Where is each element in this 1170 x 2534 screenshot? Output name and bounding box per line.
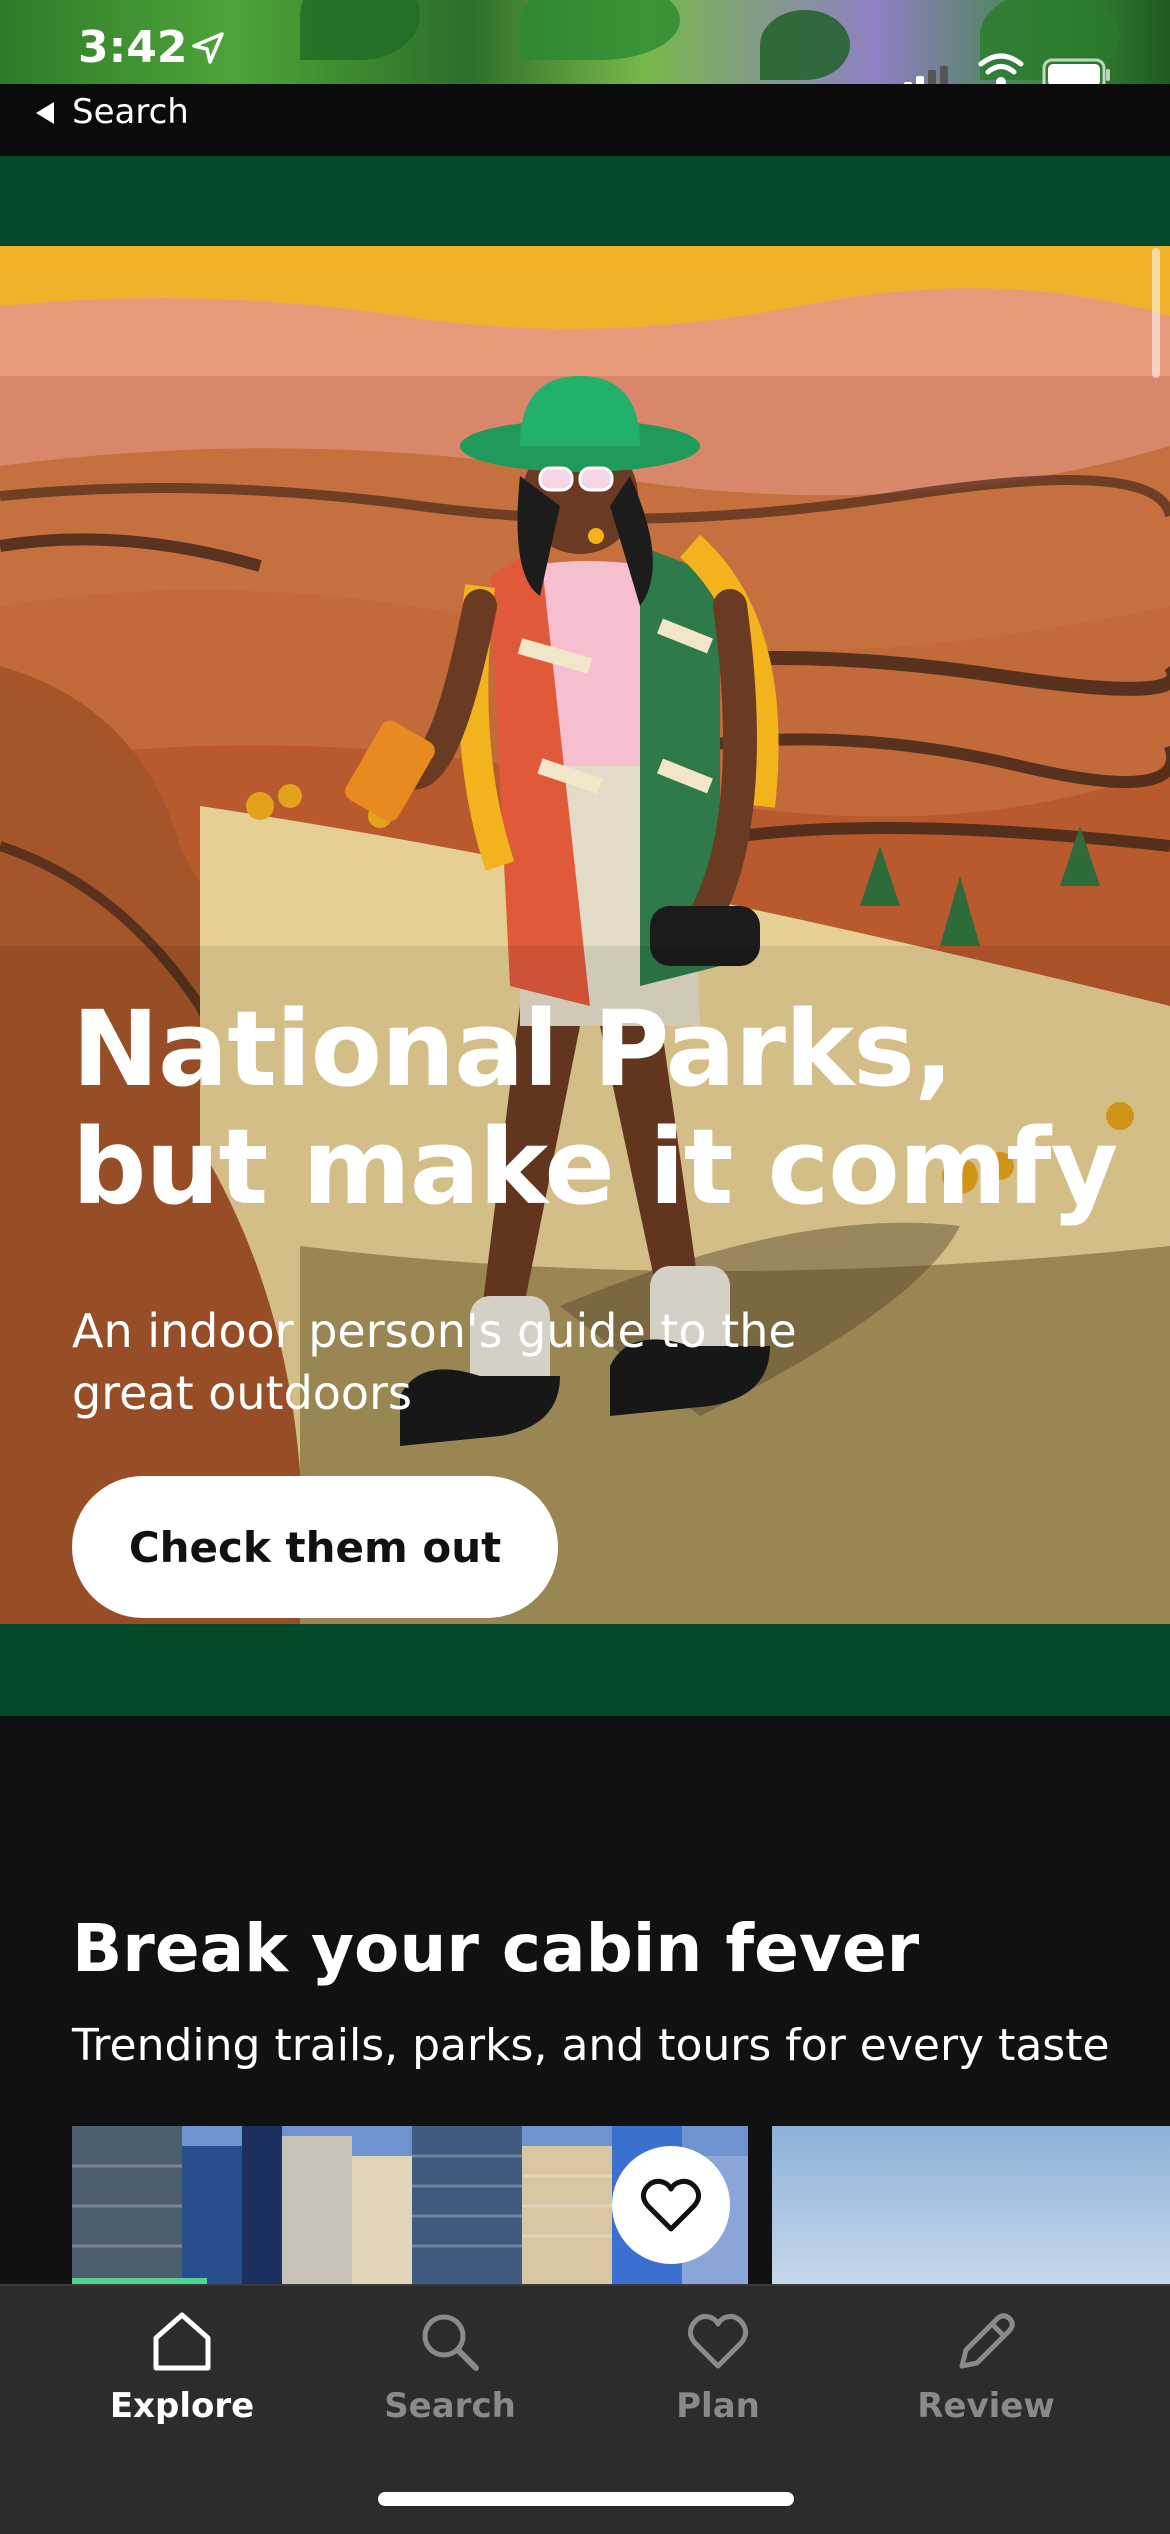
back-to-search-link[interactable]: Search [72, 92, 189, 132]
heart-icon [687, 2314, 749, 2369]
tab-review[interactable]: Review [866, 2310, 1106, 2426]
tab-explore[interactable]: Explore [62, 2310, 302, 2426]
check-them-out-label: Check them out [128, 1522, 502, 1572]
hero-top-band [0, 156, 1170, 246]
section-subtitle: Trending trails, parks, and tours for ev… [72, 2020, 1110, 2071]
tab-search[interactable]: Search [330, 2310, 570, 2426]
tab-search-label: Search [384, 2386, 516, 2426]
section-title: Break your cabin fever [72, 1910, 920, 1987]
check-them-out-button[interactable]: Check them out [72, 1476, 558, 1618]
home-icon [153, 2312, 211, 2371]
location-arrow-icon [192, 32, 224, 64]
back-arrow-icon[interactable] [36, 102, 54, 124]
heart-icon [640, 2178, 702, 2232]
hero-title: National Parks, but make it comfy [72, 988, 1118, 1228]
status-time: 3:42 [78, 22, 188, 73]
scroll-indicator [1152, 248, 1160, 378]
trail-card[interactable] [772, 2126, 1170, 2286]
hero-subtitle: An indoor person's guide to the great ou… [72, 1304, 797, 1420]
hero-bottom-band [0, 1624, 1170, 1716]
tab-review-label: Review [917, 2386, 1055, 2426]
save-to-list-button[interactable] [612, 2146, 730, 2264]
home-indicator [378, 2492, 794, 2506]
tab-plan-label: Plan [676, 2386, 760, 2426]
pencil-icon [959, 2313, 1015, 2369]
tab-plan[interactable]: Plan [598, 2310, 838, 2426]
tab-explore-label: Explore [109, 2386, 255, 2426]
search-icon [422, 2314, 479, 2371]
